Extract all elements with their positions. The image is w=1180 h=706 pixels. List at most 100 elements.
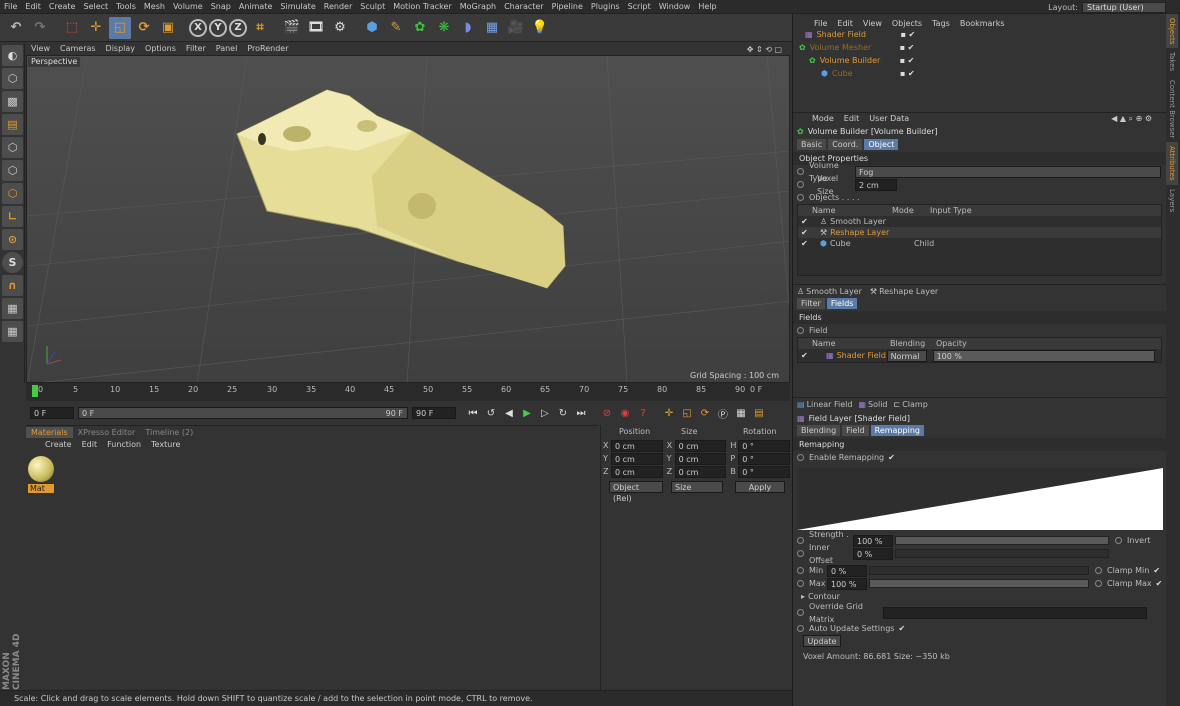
clamp-max-checkbox[interactable]: ✔ — [1156, 577, 1163, 590]
field-enable-checkbox[interactable]: ✔ — [798, 351, 826, 360]
next-frame-icon[interactable]: ▷ — [537, 405, 553, 421]
attr-tab-basic[interactable]: Basic — [797, 138, 827, 150]
remap-curve-graph[interactable] — [797, 468, 1163, 530]
side-tab-objects[interactable]: Objects — [1166, 14, 1178, 49]
prev-frame-icon[interactable]: ◀ — [501, 405, 517, 421]
pos-z-field[interactable]: 0 cm — [610, 465, 663, 478]
menu-motion-tracker[interactable]: Motion Tracker — [389, 0, 456, 14]
light-icon[interactable]: 💡 — [529, 17, 551, 39]
planar-workplane-icon[interactable]: ▦ — [2, 321, 23, 342]
inner-offset-field[interactable]: 0 % — [853, 547, 893, 560]
cube-primitive-icon[interactable]: ⬢ — [361, 17, 383, 39]
key-scale-icon[interactable]: ◱ — [679, 405, 695, 421]
animate-radio[interactable] — [797, 567, 804, 574]
obj-menu-file[interactable]: File — [809, 18, 832, 29]
attr-tab-object[interactable]: Object — [864, 138, 899, 150]
animate-radio[interactable] — [1115, 537, 1122, 544]
pen-spline-icon[interactable]: ✎ — [385, 17, 407, 39]
animate-radio[interactable] — [797, 625, 804, 632]
layer-enable-checkbox[interactable]: ✔ — [798, 228, 820, 237]
add-solid-button[interactable]: Solid — [868, 400, 888, 409]
polygons-mode-icon[interactable]: ⬡ — [2, 183, 23, 204]
menu-file[interactable]: File — [0, 0, 21, 14]
viewport-nav-icons[interactable]: ✥ ⇕ ⟲ ▢ — [747, 45, 790, 54]
visibility-toggle[interactable]: ▪ ✔ — [901, 28, 916, 41]
menu-select[interactable]: Select — [79, 0, 112, 14]
workplane-mode-icon[interactable]: ▤ — [2, 114, 23, 135]
coord-mode-dropdown[interactable]: Object (Rel) — [609, 481, 663, 503]
inner-offset-slider[interactable] — [895, 549, 1109, 558]
pos-x-field[interactable]: 0 cm — [610, 439, 663, 452]
menu-mograph[interactable]: MoGraph — [456, 0, 500, 14]
menu-animate[interactable]: Animate — [235, 0, 277, 14]
menu-plugins[interactable]: Plugins — [587, 0, 624, 14]
attr-tab-coord[interactable]: Coord. — [828, 138, 863, 150]
add-linear-field-button[interactable]: Linear Field — [807, 400, 853, 409]
pos-y-field[interactable]: 0 cm — [610, 452, 663, 465]
obj-menu-view[interactable]: View — [858, 18, 887, 29]
size-x-field[interactable]: 0 cm — [674, 439, 727, 452]
vp-menu-prorender[interactable]: ProRender — [242, 43, 293, 55]
prev-key-icon[interactable]: ↺ — [483, 405, 499, 421]
max-slider[interactable] — [869, 579, 1089, 588]
visibility-toggle[interactable]: ▪ ✔ — [900, 54, 915, 67]
rotate-icon[interactable]: ⟳ — [133, 17, 155, 39]
add-smooth-layer-button[interactable]: Smooth Layer — [806, 287, 862, 296]
play-icon[interactable]: ▶ — [519, 405, 535, 421]
menu-render[interactable]: Render — [320, 0, 356, 14]
menu-volume[interactable]: Volume — [169, 0, 207, 14]
frame-range-slider[interactable]: 0 F 90 F — [78, 407, 408, 419]
animate-radio[interactable] — [797, 327, 804, 334]
enable-remapping-checkbox[interactable]: ✔ — [888, 451, 895, 464]
render-picture-viewer-icon[interactable]: 🎞 — [305, 17, 327, 39]
strength-field[interactable]: 100 % — [853, 534, 893, 547]
live-selection-icon[interactable]: ⬚ — [61, 17, 83, 39]
key-parameter-icon[interactable]: Ⓟ — [715, 405, 731, 421]
vp-menu-view[interactable]: View — [26, 43, 55, 55]
redo-icon[interactable]: ↷ — [29, 17, 51, 39]
menu-mesh[interactable]: Mesh — [140, 0, 169, 14]
builder-list-row[interactable]: ✔ ♙ Smooth Layer — [798, 216, 1161, 227]
auto-update-checkbox[interactable]: ✔ — [898, 622, 905, 635]
x-axis-icon[interactable]: X — [189, 18, 207, 37]
rot-p-field[interactable]: 0 ° — [738, 452, 791, 465]
object-row[interactable]: ✿ Volume Mesher ▪ ✔ — [793, 41, 1166, 54]
y-axis-icon[interactable]: Y — [209, 18, 227, 37]
subdivision-generator-icon[interactable]: ✿ — [409, 17, 431, 39]
side-tab-attributes[interactable]: Attributes — [1166, 142, 1178, 185]
record-keys-icon[interactable]: ⊘ — [599, 405, 615, 421]
menu-edit[interactable]: Edit — [21, 0, 45, 14]
tab-xpresso-editor[interactable]: XPresso Editor — [73, 427, 141, 438]
obj-menu-tags[interactable]: Tags — [927, 18, 955, 29]
size-y-field[interactable]: 0 cm — [674, 452, 727, 465]
menu-snap[interactable]: Snap — [207, 0, 235, 14]
layer-tab-filter[interactable]: Filter — [797, 298, 825, 309]
tab-timeline[interactable]: Timeline (2) — [140, 427, 198, 438]
timeline-icon[interactable]: ▤ — [751, 405, 767, 421]
menu-create[interactable]: Create — [45, 0, 80, 14]
goto-start-icon[interactable]: ⏮ — [465, 405, 481, 421]
visibility-toggle[interactable]: ▪ ✔ — [900, 67, 915, 80]
object-row[interactable]: ✿ Volume Builder ▪ ✔ — [793, 54, 1166, 67]
move-icon[interactable]: ✛ — [85, 17, 107, 39]
camera-icon[interactable]: 🎥 — [505, 17, 527, 39]
visibility-toggle[interactable]: ▪ ✔ — [900, 41, 915, 54]
perspective-viewport[interactable]: Perspective Grid Spacing : 100 cm — [26, 55, 790, 383]
next-key-icon[interactable]: ↻ — [555, 405, 571, 421]
update-button[interactable]: Update — [803, 635, 841, 647]
min-field[interactable]: 0 % — [827, 564, 867, 577]
layer-enable-checkbox[interactable]: ✔ — [798, 217, 820, 226]
animate-radio[interactable] — [797, 168, 804, 175]
render-settings-icon[interactable]: ⚙ — [329, 17, 351, 39]
mat-menu-function[interactable]: Function — [102, 439, 146, 450]
side-tab-content-browser[interactable]: Content Browser — [1166, 76, 1178, 142]
max-frame-field[interactable]: 90 F — [412, 407, 456, 419]
vp-menu-display[interactable]: Display — [101, 43, 141, 55]
rot-h-field[interactable]: 0 ° — [738, 439, 791, 452]
fl-tab-field[interactable]: Field — [842, 425, 869, 436]
builder-list-row[interactable]: ✔ ⚒ Reshape Layer — [798, 227, 1161, 238]
animate-radio[interactable] — [1095, 580, 1102, 587]
attr-menu-mode[interactable]: Mode — [807, 113, 839, 124]
apply-button[interactable]: Apply — [735, 481, 785, 493]
attr-nav-icons[interactable]: ◀ ▲ ⌕ ⊕ ⚙ — [1111, 114, 1166, 124]
